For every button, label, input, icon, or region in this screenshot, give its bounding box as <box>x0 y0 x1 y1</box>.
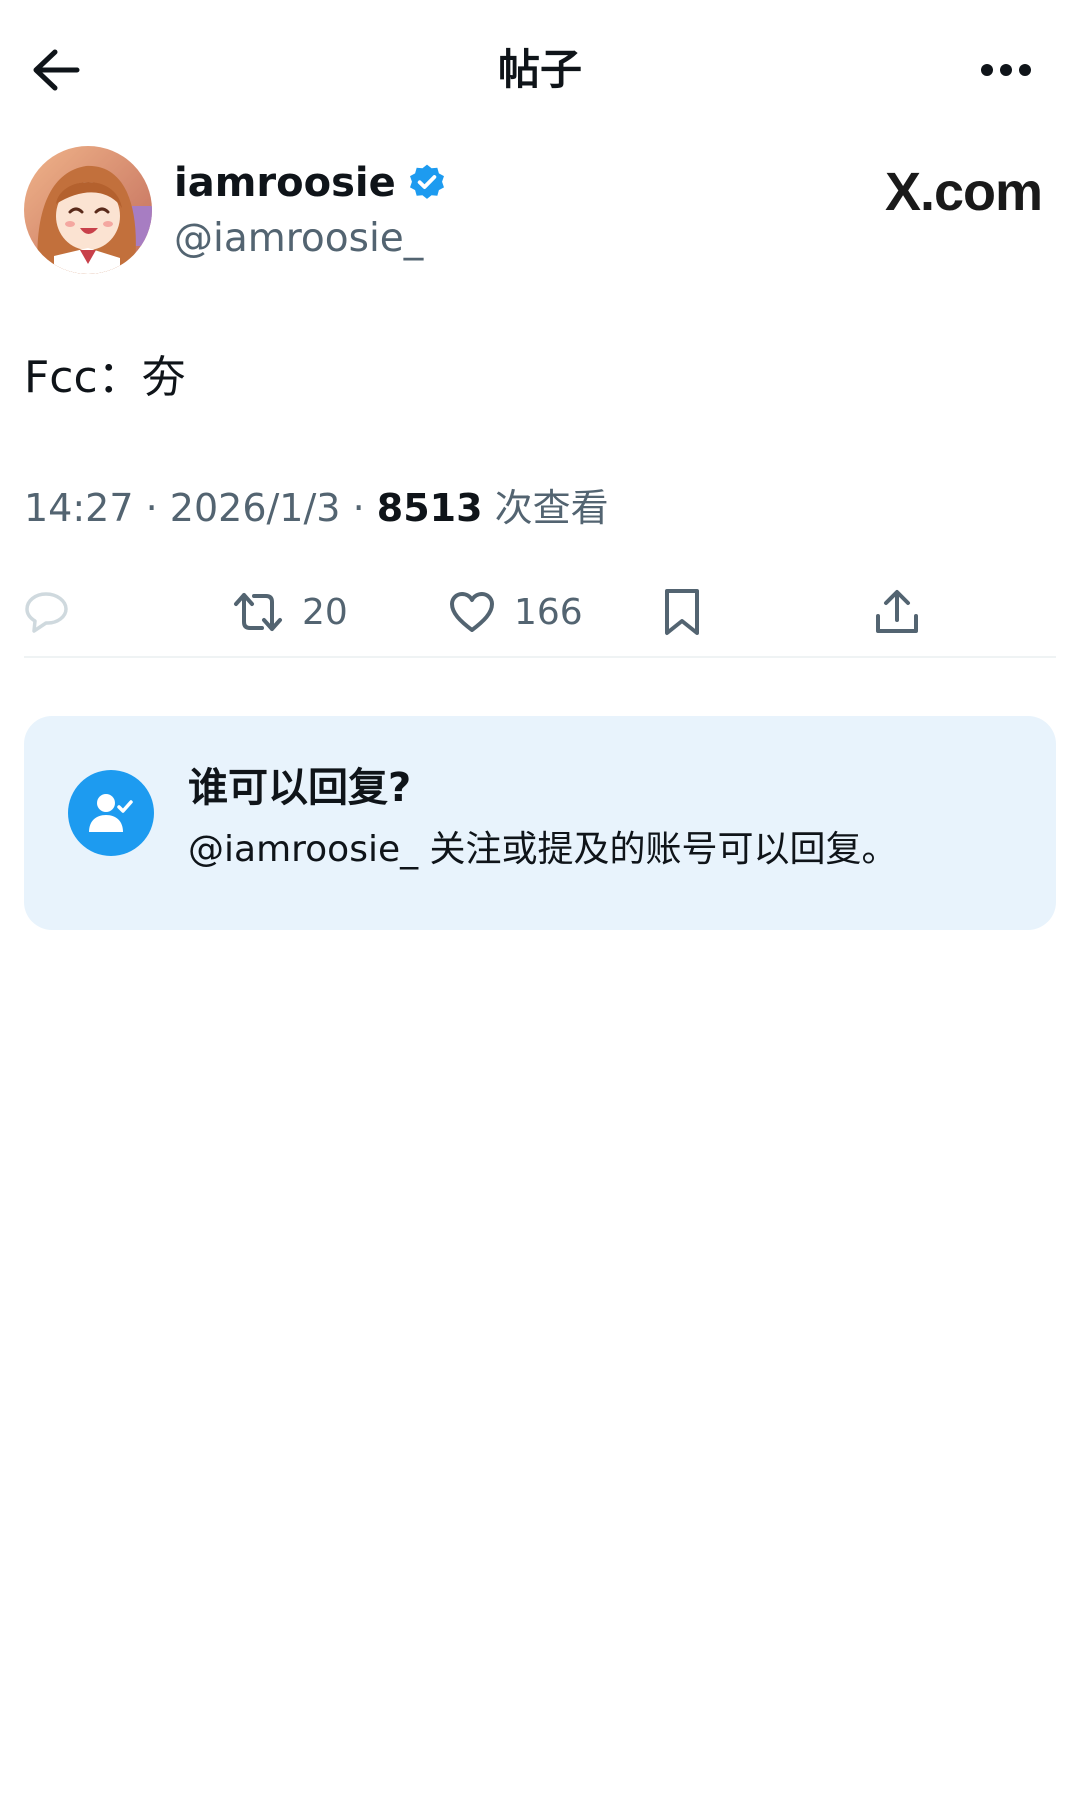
display-name[interactable]: iamroosie <box>174 158 396 208</box>
avatar[interactable] <box>24 146 152 274</box>
reply-button[interactable] <box>24 576 70 648</box>
retweet-button[interactable]: 20 <box>232 576 348 648</box>
retweet-icon <box>234 593 282 631</box>
views-label: 次查看 <box>494 486 609 530</box>
post-time: 14:27 <box>24 486 134 530</box>
x-com-watermark: X.com <box>884 160 1043 224</box>
display-name-row: iamroosie <box>174 158 448 208</box>
post-author: iamroosie @iamroosie_ X.com <box>24 146 1056 278</box>
bookmark-button[interactable] <box>662 576 702 648</box>
heart-icon <box>450 592 494 632</box>
bookmark-icon <box>665 589 699 635</box>
watermark-text: X.com <box>884 162 1043 222</box>
page-title: 帖子 <box>497 45 582 94</box>
more-options-button[interactable] <box>968 38 1044 102</box>
action-bar: 20 166 <box>24 576 1056 648</box>
share-button[interactable] <box>874 576 920 648</box>
share-icon <box>876 590 918 633</box>
post-date: 2026/1/3 <box>169 486 341 530</box>
post-text: Fcc：夯 <box>24 352 186 403</box>
meta-separator: · <box>352 486 365 530</box>
more-horizontal-icon <box>981 64 1031 76</box>
reply-restriction-title: 谁可以回复? <box>188 765 412 811</box>
avatar-image <box>24 146 152 274</box>
user-handle[interactable]: @iamroosie_ <box>174 214 423 264</box>
post-meta: 14:27 · 2026/1/3 · 8513 次查看 <box>24 482 609 534</box>
meta-separator: · <box>145 486 158 530</box>
reply-icon <box>25 592 68 633</box>
retweet-count: 20 <box>302 591 348 633</box>
like-button[interactable]: 166 <box>448 576 583 648</box>
user-check-icon <box>68 770 154 856</box>
like-count: 166 <box>514 591 583 633</box>
reply-restriction-card[interactable]: 谁可以回复? @iamroosie_ 关注或提及的账号可以回复。 <box>24 716 1056 930</box>
reply-restriction-description: @iamroosie_ 关注或提及的账号可以回复。 <box>188 829 898 870</box>
verified-badge-icon <box>406 162 448 204</box>
views-count[interactable]: 8513 <box>377 486 483 530</box>
top-navigation-bar: 帖子 <box>0 0 1080 140</box>
divider <box>24 656 1056 658</box>
